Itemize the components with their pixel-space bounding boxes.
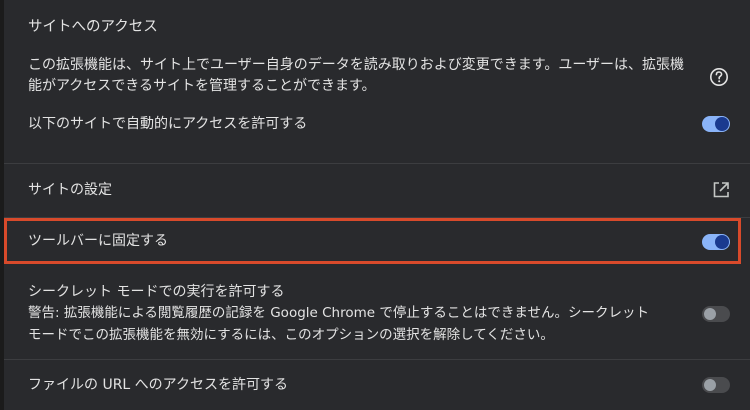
auto-allow-label: 以下のサイトで自動的にアクセスを許可する — [28, 116, 308, 132]
toggle-knob — [704, 379, 716, 391]
site-access-description-line2: 能がアクセスできるサイトを管理することができます。 — [28, 78, 376, 94]
incognito-warning-line1: 警告: 拡張機能による閲覧履歴の記録を Google Chrome で停止するこ… — [28, 305, 649, 321]
open-in-new-icon[interactable] — [711, 180, 731, 200]
site-access-heading: サイトへのアクセス — [28, 19, 158, 35]
auto-allow-toggle[interactable] — [702, 116, 730, 132]
site-settings-label[interactable]: サイトの設定 — [28, 180, 112, 200]
divider — [4, 163, 750, 164]
incognito-warning-line2: モードでこの拡張機能を無効にするには、このオプションの選択を解除してください。 — [28, 327, 554, 343]
file-urls-toggle[interactable] — [702, 377, 730, 393]
incognito-toggle[interactable] — [702, 306, 730, 322]
toggle-knob — [704, 308, 716, 320]
file-urls-label: ファイルの URL へのアクセスを許可する — [28, 377, 288, 393]
highlight-box — [4, 218, 741, 264]
incognito-label: シークレット モードでの実行を許可する — [28, 284, 285, 300]
help-icon[interactable] — [709, 67, 729, 87]
site-access-description-line1: この拡張機能は、サイト上でユーザー自身のデータを読み取りおよび変更できます。ユー… — [28, 57, 685, 73]
divider — [4, 359, 750, 360]
toggle-knob — [716, 118, 728, 130]
